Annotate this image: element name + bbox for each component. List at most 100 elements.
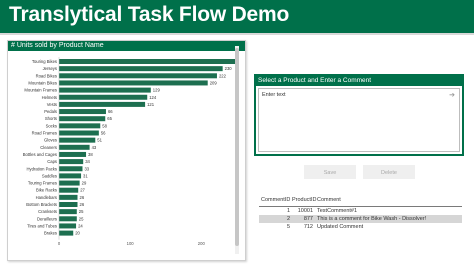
comment-input-placeholder: Enter text — [262, 92, 286, 98]
category-label: Saddles — [42, 173, 57, 178]
product-id-cell: 10001 — [297, 208, 313, 214]
table-row[interactable]: 5 712 Updated Comment — [259, 223, 462, 231]
bar[interactable] — [59, 123, 101, 129]
category-label: Road Frames — [32, 131, 57, 136]
bar[interactable] — [59, 116, 106, 122]
category-label: Bottles and Cages — [23, 152, 57, 157]
units-sold-chart-panel[interactable]: # Units sold by Product Name Touring Bik… — [7, 40, 246, 261]
data-label: 222 — [219, 73, 227, 78]
bar[interactable] — [59, 94, 148, 100]
data-label: 51 — [97, 138, 102, 143]
x-tick-label: 200 — [198, 241, 206, 246]
data-label: 27 — [80, 188, 85, 193]
comment-id-cell: 5 — [286, 224, 290, 230]
data-label: 34 — [85, 159, 90, 164]
comments-table-header: CommentID ProductID Comment — [259, 196, 462, 207]
category-label: Mountain Bikes — [28, 80, 57, 85]
bar[interactable] — [59, 144, 90, 150]
data-label: 25 — [79, 209, 84, 214]
category-label: Pedals — [44, 109, 57, 114]
data-label: 29 — [82, 181, 87, 186]
bar[interactable] — [59, 151, 87, 157]
data-label: 230 — [225, 66, 233, 71]
bar[interactable] — [59, 130, 99, 136]
comment-input[interactable]: Enter text ➔ — [258, 88, 460, 152]
category-label: Caps — [47, 159, 57, 164]
table-row[interactable]: 1 10001 TestComment#1 — [259, 207, 462, 215]
column-header-productid[interactable]: ProductID — [292, 197, 316, 203]
category-label: Mountain Frames — [24, 88, 57, 93]
bar[interactable] — [59, 80, 208, 86]
bar[interactable] — [59, 73, 217, 79]
category-label: Bike Racks — [36, 188, 57, 193]
chart-scrollbar-thumb[interactable] — [235, 48, 239, 246]
bar[interactable] — [59, 166, 83, 172]
bar[interactable] — [59, 209, 77, 215]
data-label: 43 — [92, 145, 97, 150]
data-label: 66 — [108, 109, 113, 114]
category-label: Cranksets — [38, 209, 57, 214]
category-label: Shorts — [45, 116, 57, 121]
bar[interactable] — [59, 109, 106, 115]
category-label: Bottom Brackets — [26, 202, 57, 207]
bar[interactable] — [59, 159, 84, 165]
bar[interactable] — [59, 187, 79, 193]
bar[interactable] — [59, 101, 146, 107]
category-label: Brakes — [44, 231, 57, 236]
bar[interactable] — [59, 216, 77, 222]
chart-scrollbar[interactable] — [235, 46, 239, 254]
delete-button[interactable]: Delete — [363, 165, 415, 179]
category-label: Socks — [46, 123, 57, 128]
bar[interactable] — [59, 194, 78, 200]
chart-title: # Units sold by Product Name — [8, 41, 245, 51]
category-label: Vests — [47, 102, 57, 107]
category-label: Jerseys — [43, 66, 57, 71]
comment-cell: Updated Comment — [317, 224, 364, 230]
page-title: Translytical Task Flow Demo — [9, 3, 290, 26]
category-label: Touring Bikes — [32, 59, 57, 64]
category-label: Touring Frames — [28, 181, 57, 186]
data-label: 33 — [84, 166, 89, 171]
data-label: 26 — [80, 202, 85, 207]
column-header-comment[interactable]: Comment — [317, 197, 341, 203]
send-arrow-icon[interactable]: ➔ — [449, 92, 455, 99]
column-header-commentid[interactable]: CommentID — [261, 197, 290, 203]
data-label: 121 — [147, 102, 155, 107]
bar[interactable] — [59, 66, 223, 72]
comment-id-cell: 2 — [286, 216, 290, 222]
bar[interactable] — [59, 87, 151, 93]
save-button[interactable]: Save — [304, 165, 356, 179]
category-label: Gloves — [44, 138, 57, 143]
product-id-cell: 712 — [303, 224, 313, 230]
x-tick-label: 0 — [58, 241, 61, 246]
category-label: Hydration Packs — [27, 166, 58, 171]
bar[interactable] — [59, 223, 77, 229]
units-sold-bar-chart[interactable]: Touring Bikes252Jerseys230Road Bikes222M… — [8, 51, 236, 260]
bar[interactable] — [59, 137, 96, 143]
category-label: Handlebars — [36, 195, 57, 200]
comment-id-cell: 1 — [286, 208, 290, 214]
table-row[interactable]: 2 877 This is a comment for Bike Wash - … — [259, 215, 462, 223]
bar[interactable] — [59, 230, 74, 236]
bar[interactable] — [59, 173, 82, 179]
category-label: Road Bikes — [36, 73, 57, 78]
data-label: 65 — [107, 116, 112, 121]
data-label: 26 — [80, 195, 85, 200]
bar[interactable] — [59, 180, 80, 186]
comment-cell: This is a comment for Bike Wash - Dissol… — [317, 216, 427, 222]
x-tick-label: 100 — [127, 241, 135, 246]
data-label: 58 — [102, 123, 107, 128]
bar[interactable] — [59, 59, 236, 64]
category-label: Derailleurs — [37, 216, 57, 221]
comment-cell: TestComment#1 — [317, 208, 358, 214]
data-label: 209 — [210, 80, 218, 85]
data-label: 24 — [78, 223, 83, 228]
data-label: 25 — [79, 216, 84, 221]
data-label: 38 — [88, 152, 93, 157]
data-label: 56 — [101, 131, 106, 136]
bar[interactable] — [59, 202, 78, 207]
data-label: 129 — [153, 88, 161, 93]
data-label: 20 — [75, 231, 80, 236]
comment-form-title: Select a Product and Enter a Comment — [256, 76, 462, 86]
data-label: 124 — [149, 95, 157, 100]
